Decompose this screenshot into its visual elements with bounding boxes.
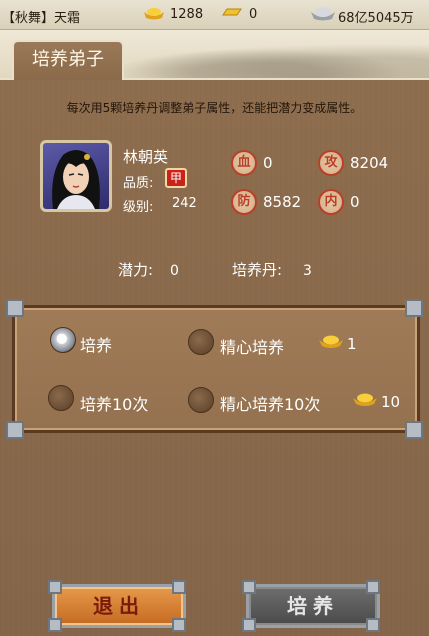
button-corner: [366, 618, 380, 632]
potential-label: 潜力:: [118, 261, 154, 279]
radio-train[interactable]: [50, 327, 76, 353]
button-corner: [172, 618, 186, 632]
inner-force-value: 0: [350, 193, 360, 211]
silver-ingot-icon: [311, 7, 335, 21]
yuanbao-amount: 0: [249, 7, 258, 22]
inner-force-icon: 内: [318, 189, 344, 215]
yuanbao-icon: [222, 8, 242, 16]
pill-label: 培养丹:: [232, 261, 283, 279]
description-text: 每次用5颗培养丹调整弟子属性，还能把潜力变成属性。: [66, 101, 363, 115]
disciple-avatar[interactable]: [40, 140, 112, 212]
frame-corner: [6, 421, 24, 439]
radio-careful-train-10[interactable]: [188, 387, 214, 413]
frame-corner: [405, 299, 423, 317]
gold-ingot-icon: [319, 335, 343, 348]
train-options-frame: [12, 305, 420, 433]
quality-badge: 甲: [165, 168, 187, 188]
pill-value: 3: [303, 263, 312, 279]
button-corner: [48, 580, 62, 594]
option-careful-train-label[interactable]: 精心培养: [220, 334, 284, 358]
button-corner: [172, 580, 186, 594]
avatar-image: [52, 150, 100, 209]
careful-train-cost: 1: [347, 335, 357, 353]
button-corner: [48, 618, 62, 632]
disciple-name: 林朝英: [123, 148, 169, 166]
train-button[interactable]: 培养: [246, 584, 380, 628]
careful-train-10-cost: 10: [381, 393, 401, 411]
option-careful-train-10-label[interactable]: 精心培养10次: [220, 391, 320, 415]
gold-amount: 1288: [170, 7, 204, 22]
frame-corner: [6, 299, 24, 317]
attack-icon: 攻: [318, 150, 344, 176]
quality-label: 品质:: [123, 176, 154, 191]
blood-value: 0: [263, 154, 273, 172]
exit-button[interactable]: 退出: [52, 584, 186, 628]
option-train-label[interactable]: 培养: [80, 332, 112, 356]
resource-bar: 【秋舞】天霜 1288 0 68亿5045万: [0, 0, 429, 30]
button-corner: [366, 580, 380, 594]
potential-value: 0: [170, 263, 179, 279]
gold-ingot-icon: [144, 8, 164, 20]
radio-train-10[interactable]: [48, 385, 74, 411]
silver-amount: 68亿5045万: [338, 11, 414, 26]
defense-value: 8582: [263, 193, 302, 211]
level-label: 级别:: [123, 200, 154, 215]
defense-icon: 防: [231, 189, 257, 215]
attack-value: 8204: [350, 154, 389, 172]
level-value: 242: [172, 196, 197, 211]
option-train-10-label[interactable]: 培养10次: [80, 391, 148, 415]
button-corner: [242, 580, 256, 594]
blood-icon: 血: [231, 150, 257, 176]
button-corner: [242, 618, 256, 632]
gold-ingot-icon: [353, 393, 377, 406]
player-name: 【秋舞】天霜: [2, 11, 81, 26]
tab-train-disciple[interactable]: 培养弟子: [12, 40, 124, 80]
frame-corner: [405, 421, 423, 439]
radio-careful-train[interactable]: [188, 329, 214, 355]
